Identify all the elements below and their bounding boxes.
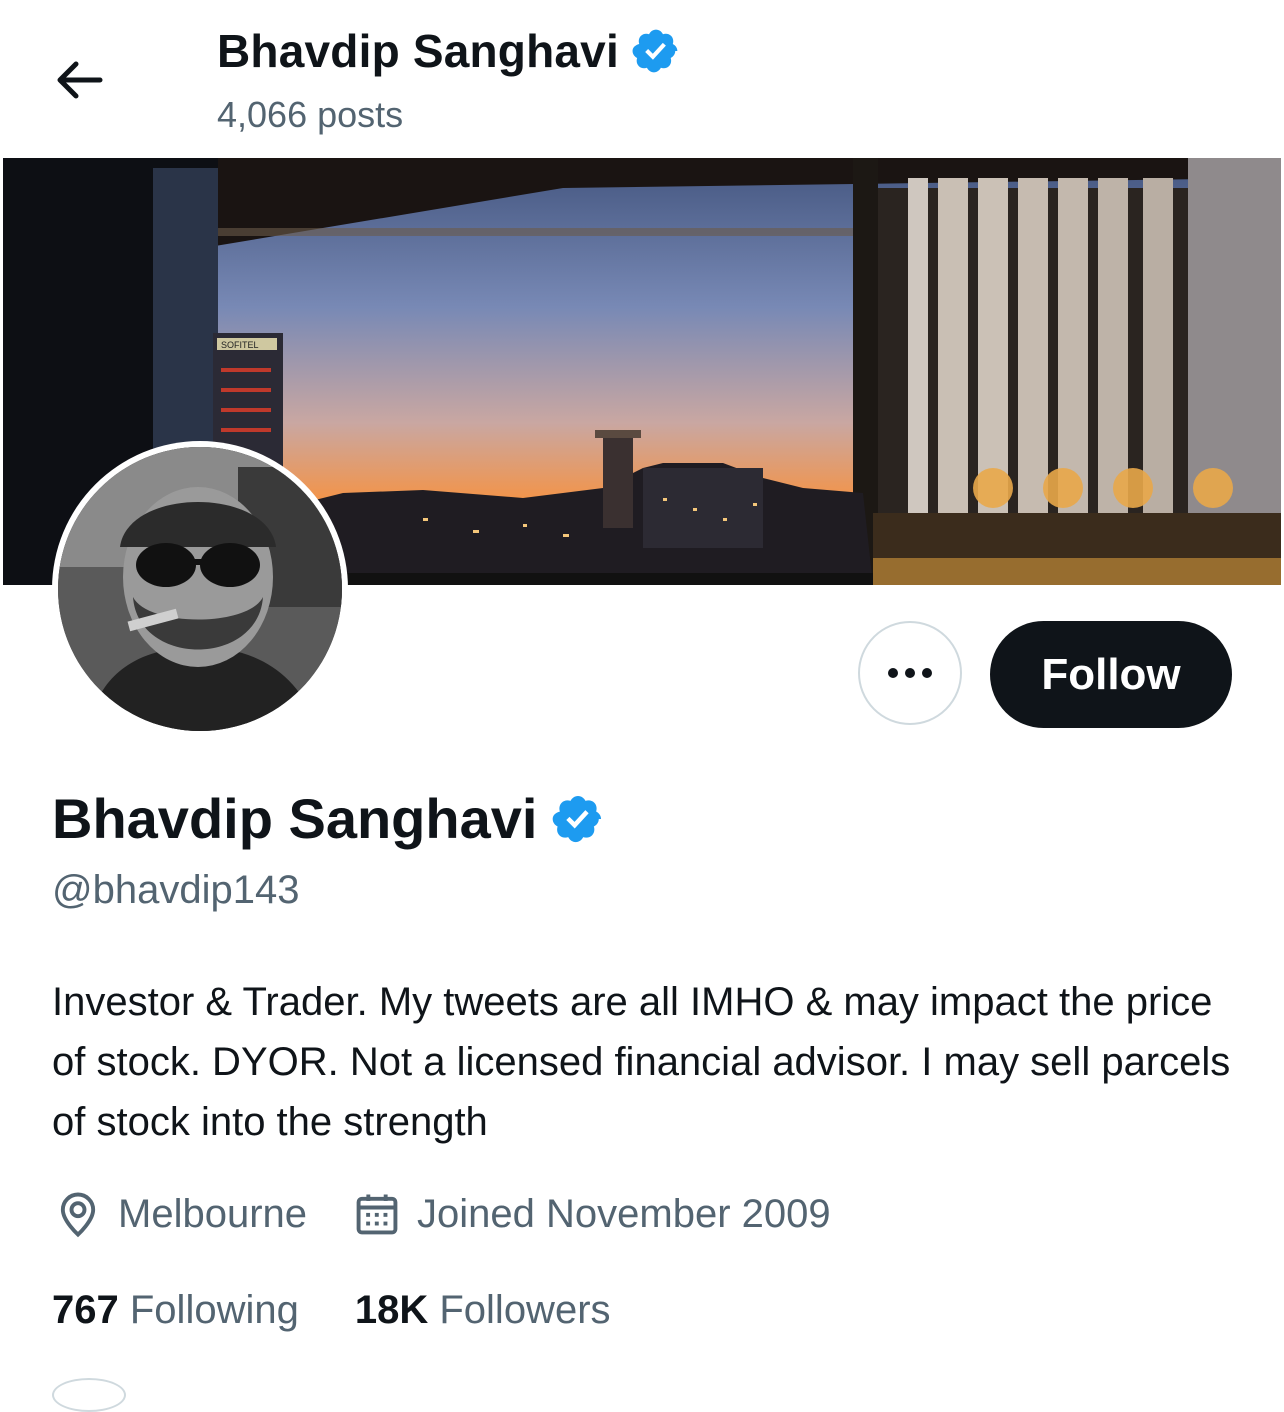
- verified-badge-icon: [632, 29, 678, 73]
- location-text: Melbourne: [118, 1191, 308, 1236]
- header-name: Bhavdip Sanghavi: [217, 25, 619, 77]
- followers-link[interactable]: 18K Followers: [355, 1288, 611, 1333]
- profile-meta: Melbourne Joined November 2009: [52, 1188, 875, 1240]
- followers-count: 18K: [354, 1288, 429, 1332]
- post-count: 4,066 posts: [217, 94, 404, 135]
- more-icon: [888, 668, 932, 678]
- banner-sign: SOFITEL: [221, 340, 259, 350]
- header-title: Bhavdip Sanghavi: [217, 24, 681, 78]
- following-label: Following: [129, 1288, 299, 1332]
- verified-badge-icon: [553, 795, 602, 842]
- follow-button[interactable]: Follow: [990, 621, 1232, 728]
- followers-label: Followers: [439, 1288, 611, 1332]
- location: Melbourne: [52, 1188, 307, 1240]
- following-count: 767: [52, 1288, 119, 1332]
- join-date-text: Joined November 2009: [417, 1191, 831, 1236]
- calendar-icon: [356, 1194, 398, 1235]
- profile-name-text: Bhavdip Sanghavi: [52, 787, 538, 850]
- profile-bio: Investor & Trader. My tweets are all IMH…: [52, 980, 1231, 1144]
- profile-stats: 767 Following 18K Followers: [52, 1288, 667, 1333]
- avatar[interactable]: [52, 441, 348, 737]
- avatar-image: [58, 447, 342, 731]
- more-options-button[interactable]: [858, 621, 962, 725]
- profile-name: Bhavdip Sanghavi: [52, 786, 605, 851]
- next-section-peek: [52, 1378, 126, 1412]
- join-date: Joined November 2009: [351, 1188, 831, 1240]
- following-link[interactable]: 767 Following: [52, 1288, 299, 1333]
- map-pin-icon: [60, 1192, 96, 1238]
- back-button[interactable]: [52, 52, 108, 108]
- profile-handle: @bhavdip143: [52, 868, 300, 912]
- arrow-left-icon: [57, 61, 103, 99]
- top-bar: Bhavdip Sanghavi 4,066 posts: [0, 0, 1284, 158]
